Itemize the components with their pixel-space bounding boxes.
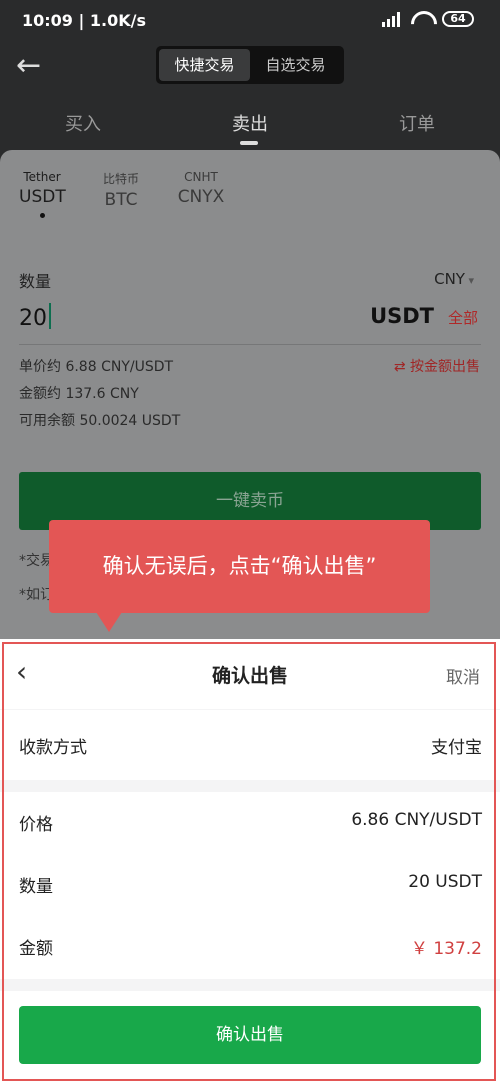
signal-icon [382,11,400,27]
confirm-title: 确认出售 [211,665,288,687]
coin-name: CNYX [177,187,225,207]
payment-method-value: 支付宝 [431,738,482,758]
trade-mode-switch: 快捷交易 自选交易 [156,46,344,84]
coin-name: USDT [19,187,66,207]
payment-method-label: 收款方式 [19,738,87,758]
confirm-sell-button[interactable]: 确认出售 [19,1006,481,1064]
available-balance-text: 可用余额 50.0024 USDT [19,413,181,429]
status-time: 10:09 | 1.0K/s [22,11,147,30]
unit-price-text: 单价约 6.88 CNY/USDT [19,359,174,375]
wifi-icon [410,11,432,27]
section-gap [0,780,500,792]
coin-sub: Tether [23,170,61,184]
status-bar: 10:09 | 1.0K/s 64 [0,0,500,42]
cancel-button[interactable]: 取消 [446,663,480,688]
coin-tab-btc[interactable]: 比特币 BTC [100,170,142,210]
quantity-label: 数量 [19,877,53,897]
coin-tabs: Tether USDT 比特币 BTC CNHT CNYX [0,170,500,226]
price-label: 价格 [19,815,53,835]
coin-tab-usdt[interactable]: Tether USDT [19,170,66,218]
status-icons: 64 [382,11,474,27]
amount-value: ￥ 137.2 [410,939,482,959]
coin-tab-cnyx[interactable]: CNHT CNYX [176,170,226,207]
tab-indicator [240,141,258,145]
section-gap [0,979,500,991]
coin-name: BTC [104,190,138,210]
tab-buy[interactable]: 买入 [33,110,133,136]
confirm-sell-panel: ‹ 确认出售 取消 收款方式 支付宝 价格 6.86 CNY/USDT 数量 2… [0,639,500,1083]
back-arrow-icon[interactable]: ← [16,51,48,82]
quantity-unit: USDT [370,304,434,328]
tab-custom-trade[interactable]: 自选交易 [250,49,341,81]
sell-by-amount-link[interactable]: ⇄ 按金额出售 [394,356,480,376]
tooltip-arrow [96,612,122,632]
tab-quick-trade[interactable]: 快捷交易 [159,49,250,81]
amount-row: 金额 ￥ 137.2 [0,917,500,977]
text-caret [49,303,51,329]
coin-sub: 比特币 [102,172,139,186]
instruction-tooltip: 确认无误后，点击“确认出售” [49,520,430,613]
tab-sell[interactable]: 卖出 [200,110,300,136]
coin-sub: CNHT [184,170,218,184]
quantity-value: 20 [19,306,47,331]
quantity-input[interactable]: 20 [19,303,51,331]
top-nav: ← 快捷交易 自选交易 [0,42,500,92]
all-button[interactable]: 全部 [448,307,478,328]
quantity-value: 20 USDT [408,872,482,892]
payment-method-row[interactable]: 收款方式 支付宝 [0,716,500,776]
quantity-label: 数量 [19,272,52,291]
price-value: 6.86 CNY/USDT [351,810,482,830]
price-row: 价格 6.86 CNY/USDT [0,793,500,853]
currency-select[interactable]: CNY [434,270,474,288]
confirm-header: ‹ 确认出售 取消 [0,639,500,709]
divider [0,709,500,710]
tab-orders[interactable]: 订单 [367,110,467,136]
quantity-row: 数量 20 USDT [0,855,500,915]
selected-dot [39,213,45,218]
battery-icon: 64 [442,11,474,27]
amount-label: 金额 [19,939,53,959]
amount-text: 金额约 137.6 CNY [19,386,139,402]
divider [19,344,481,345]
